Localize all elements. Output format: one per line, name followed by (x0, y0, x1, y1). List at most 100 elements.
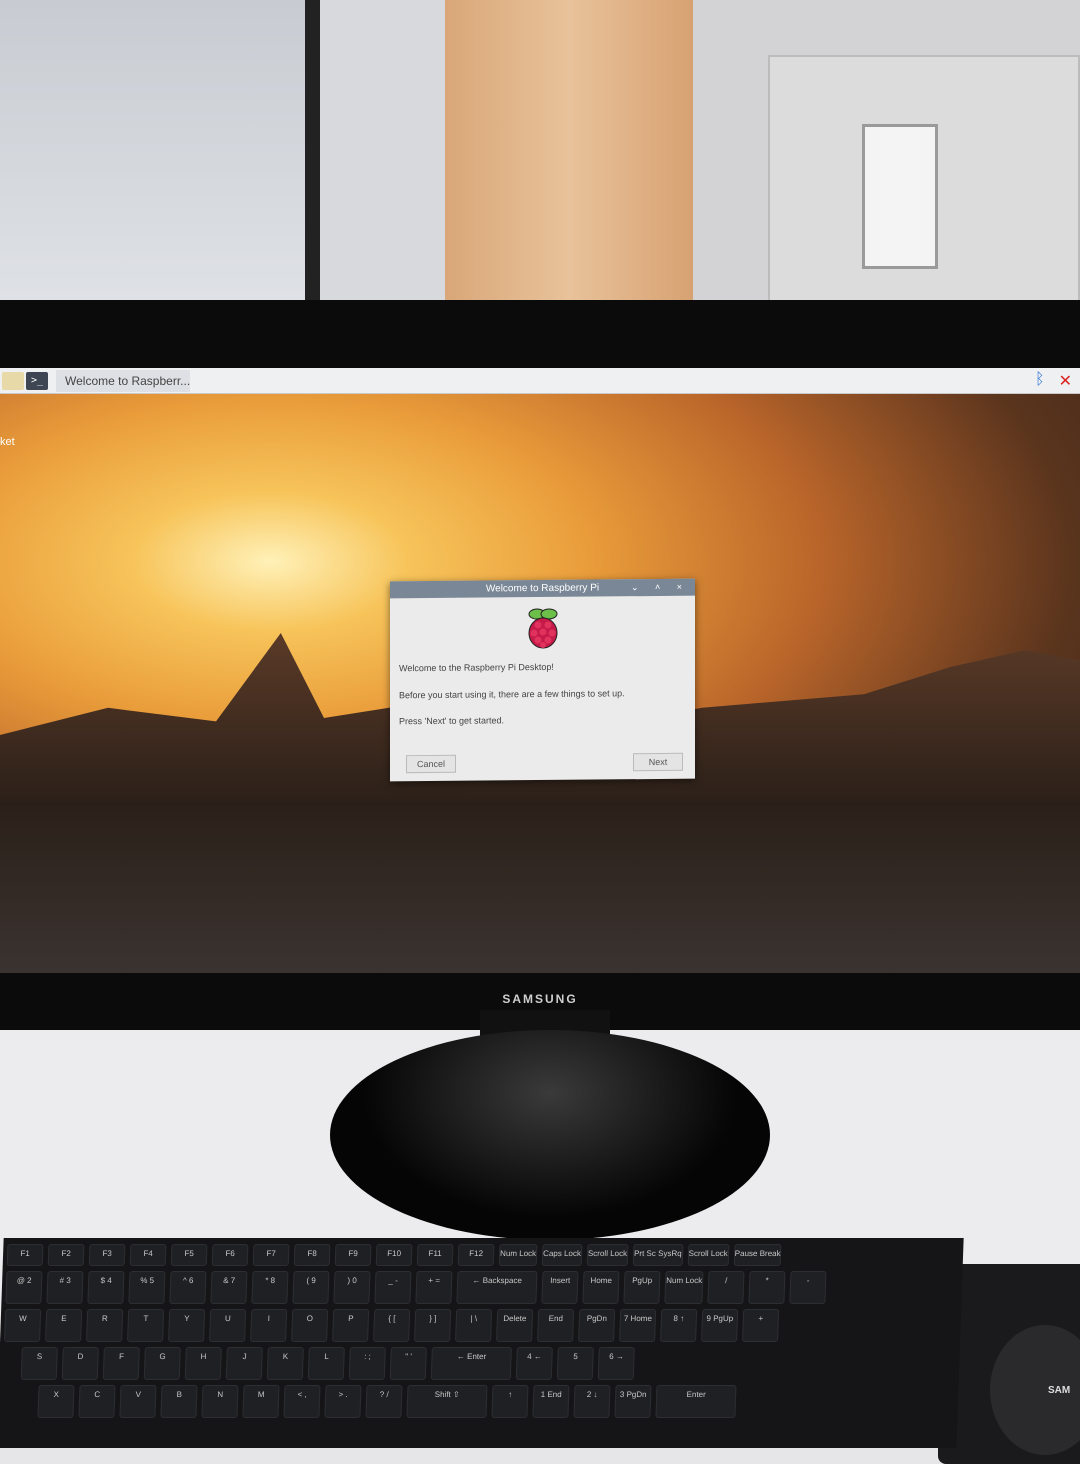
key[interactable]: ? / (365, 1385, 403, 1418)
key[interactable]: Caps Lock (541, 1244, 583, 1266)
key[interactable]: > . (324, 1385, 362, 1418)
key[interactable]: F (102, 1347, 140, 1380)
dialog-title: Welcome to Raspberry Pi (485, 582, 600, 595)
key[interactable]: F5 (170, 1244, 208, 1266)
key[interactable]: * (748, 1271, 786, 1304)
key[interactable]: M (242, 1385, 280, 1418)
key[interactable]: 4 ← (515, 1347, 553, 1380)
mouse-brand: SAM (1048, 1385, 1071, 1396)
key[interactable]: P (332, 1309, 370, 1342)
key[interactable]: Num Lock (498, 1244, 538, 1266)
dialog-titlebar[interactable]: Welcome to Raspberry Pi ⌄ ˄ × (390, 578, 695, 599)
key[interactable]: " ' (389, 1347, 427, 1380)
key[interactable]: S (20, 1347, 58, 1380)
key[interactable]: + (742, 1309, 780, 1342)
key[interactable]: $ 4 (87, 1271, 125, 1304)
key[interactable]: 6 → (597, 1347, 635, 1380)
key[interactable]: % 5 (128, 1271, 166, 1304)
key[interactable]: Shift ⇧ (406, 1385, 488, 1418)
taskbar-task-welcome[interactable]: Welcome to Raspberr... (56, 369, 190, 392)
bluetooth-icon[interactable]: ᛒ (1035, 371, 1045, 391)
key[interactable]: T (127, 1309, 165, 1342)
key[interactable]: End (537, 1309, 575, 1342)
desktop-icon-label[interactable]: ket (0, 436, 15, 448)
key[interactable]: < , (283, 1385, 321, 1418)
key[interactable]: Scroll Lock (586, 1244, 629, 1266)
key[interactable]: F2 (47, 1244, 85, 1266)
key[interactable]: / (707, 1271, 745, 1304)
key[interactable]: K (266, 1347, 304, 1380)
key[interactable]: F8 (293, 1244, 331, 1266)
key[interactable]: 7 Home (619, 1309, 657, 1342)
network-disconnected-icon[interactable]: ✕ (1059, 371, 1072, 391)
key[interactable]: | \ (455, 1309, 493, 1342)
key[interactable]: F4 (129, 1244, 167, 1266)
key[interactable]: 3 PgDn (614, 1385, 652, 1418)
key[interactable]: ← Enter (430, 1347, 512, 1380)
key[interactable]: } ] (414, 1309, 452, 1342)
key[interactable]: * 8 (251, 1271, 289, 1304)
key[interactable]: Num Lock (664, 1271, 704, 1304)
key[interactable]: _ - (374, 1271, 412, 1304)
key[interactable]: - (789, 1271, 827, 1304)
key[interactable]: & 7 (210, 1271, 248, 1304)
key[interactable]: J (225, 1347, 263, 1380)
key[interactable]: R (86, 1309, 124, 1342)
key[interactable]: 5 (556, 1347, 594, 1380)
key[interactable]: V (119, 1385, 157, 1418)
key[interactable]: Enter (655, 1385, 737, 1418)
keyboard: F1 F2 F3 F4 F5 F6 F7 F8 F9 F10 F11 F12 Num Lock Caps … (0, 1238, 964, 1448)
key[interactable]: 1 End (532, 1385, 570, 1418)
key[interactable]: N (201, 1385, 239, 1418)
keyboard-row: SDFGHJKL: ; " ' ← Enter 4 ← 5 6 → (3, 1347, 956, 1380)
key[interactable]: Insert (541, 1271, 579, 1304)
window-controls[interactable]: ⌄ ˄ × (631, 579, 689, 597)
key[interactable]: ^ 6 (169, 1271, 207, 1304)
key[interactable]: H (184, 1347, 222, 1380)
key[interactable]: W (4, 1309, 42, 1342)
key[interactable]: F10 (375, 1244, 413, 1266)
key[interactable]: Delete (496, 1309, 534, 1342)
key[interactable]: I (250, 1309, 288, 1342)
key[interactable]: X (37, 1385, 75, 1418)
file-manager-icon[interactable] (2, 371, 24, 390)
key[interactable]: O (291, 1309, 329, 1342)
key[interactable]: F1 (6, 1244, 44, 1266)
key[interactable]: C (78, 1385, 116, 1418)
terminal-icon[interactable]: >_ (26, 371, 48, 390)
key[interactable]: Home (582, 1271, 620, 1304)
key[interactable]: B (160, 1385, 198, 1418)
key[interactable]: ↑ (491, 1385, 529, 1418)
key[interactable]: L (307, 1347, 345, 1380)
key[interactable]: 9 PgUp (701, 1309, 739, 1342)
key[interactable]: ) 0 (333, 1271, 371, 1304)
key[interactable]: @ 2 (5, 1271, 43, 1304)
key[interactable]: PgUp (623, 1271, 661, 1304)
key[interactable]: F9 (334, 1244, 372, 1266)
key[interactable]: F12 (457, 1244, 495, 1266)
key[interactable]: G (143, 1347, 181, 1380)
key[interactable]: F3 (88, 1244, 126, 1266)
key[interactable]: ← Backspace (456, 1271, 538, 1304)
key[interactable]: F7 (252, 1244, 290, 1266)
key[interactable]: 2 ↓ (573, 1385, 611, 1418)
key[interactable]: Pause Break (733, 1244, 782, 1266)
cancel-button[interactable]: Cancel (406, 754, 456, 774)
key[interactable]: { [ (373, 1309, 411, 1342)
key[interactable]: : ; (348, 1347, 386, 1380)
key[interactable]: F6 (211, 1244, 249, 1266)
key[interactable]: Y (168, 1309, 206, 1342)
key[interactable]: # 3 (46, 1271, 84, 1304)
key[interactable]: ( 9 (292, 1271, 330, 1304)
key[interactable]: Prt Sc SysRq (632, 1244, 683, 1266)
key[interactable]: E (45, 1309, 83, 1342)
key[interactable]: U (209, 1309, 247, 1342)
key[interactable]: + = (415, 1271, 453, 1304)
key[interactable]: Scroll Lock (687, 1244, 730, 1266)
key[interactable]: F11 (416, 1244, 454, 1266)
keyboard-row: F1 F2 F3 F4 F5 F6 F7 F8 F9 F10 F11 F12 Num Lock Caps … (6, 1244, 960, 1266)
key[interactable]: D (61, 1347, 99, 1380)
key[interactable]: 8 ↑ (660, 1309, 698, 1342)
next-button[interactable]: Next (633, 752, 683, 772)
key[interactable]: PgDn (578, 1309, 616, 1342)
